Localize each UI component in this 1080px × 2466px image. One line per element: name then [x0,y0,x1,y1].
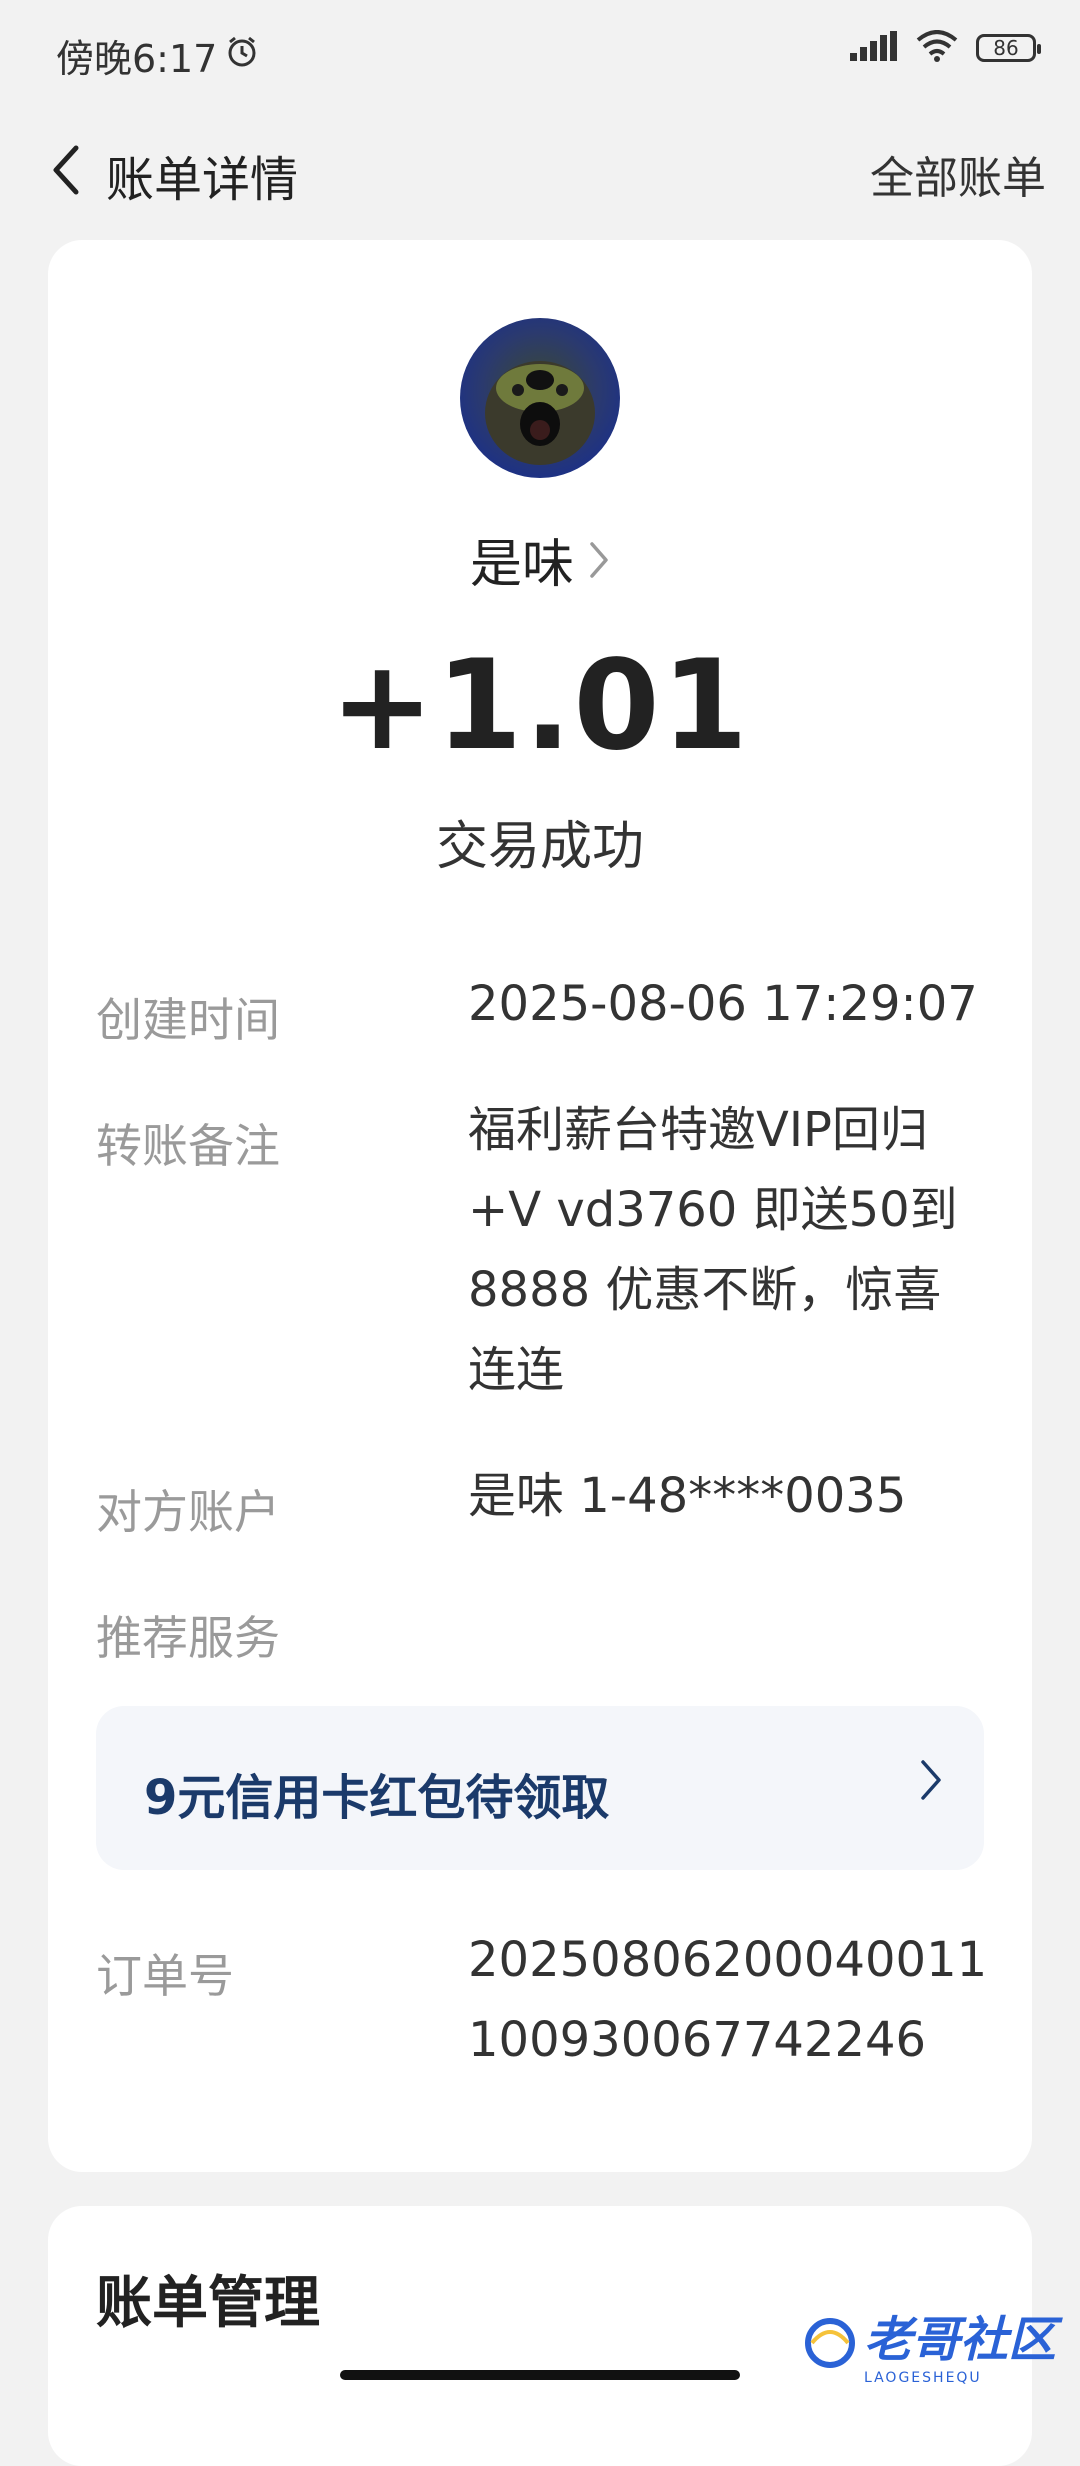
watermark-subtext: LAOGESHEQU [863,2370,982,2386]
top-nav-bar: 账单详情 全部账单 [0,104,1080,234]
memo-value: 福利薪台特邀VIP回归 +V vd3760 即送50到 8888 优惠不断，惊喜… [468,1090,1028,1410]
recommend-label: 推荐服务 [96,1611,280,1665]
chevron-right-icon [590,541,608,578]
page-title: 账单详情 [106,152,299,208]
bill-detail-card: 是味 +1.01 交易成功 创建时间 2025-08-06 17:29:07 转… [48,240,1032,2172]
memo-line: +V vd3760 即送50到 [468,1182,958,1238]
memo-line: 8888 优惠不断，惊喜 [468,1262,942,1318]
payee-avatar[interactable] [460,318,620,478]
transaction-amount: +1.01 [330,634,750,778]
memo-line: 福利薪台特邀VIP回归 [468,1102,928,1158]
order-number-line: 20250806200040011 [468,1932,988,1988]
status-time-text: 傍晚6:17 [56,37,218,81]
payee-name-link[interactable]: 是味 [48,522,1032,597]
transaction-status: 交易成功 [435,817,644,877]
payee-name: 是味 [469,535,574,595]
order-number-line: 100930067742246 [468,2012,927,2068]
all-bills-link[interactable]: 全部账单 [870,142,1046,206]
status-icons: 86 [850,30,1041,66]
battery-icon: 86 [976,34,1041,62]
account-value: 是味 1-48****0035 [468,1468,907,1524]
alarm-icon [225,34,259,78]
created-time-label: 创建时间 [96,993,280,1047]
bill-management-title: 账单管理 [96,2271,320,2336]
back-button[interactable] [30,122,100,218]
status-bar: 傍晚6:17 86 [0,0,1080,104]
signal-icon [850,31,898,65]
chevron-left-icon [53,145,79,195]
memo-label: 转账备注 [96,1119,280,1173]
status-time: 傍晚6:17 [56,28,259,83]
promo-text: 9元信用卡红包待领取 [144,1770,610,1826]
credit-card-promo-banner[interactable]: 9元信用卡红包待领取 [96,1706,984,1870]
order-number-value: 20250806200040011 100930067742246 [468,1920,1028,2080]
home-indicator[interactable] [340,2370,740,2380]
chevron-right-icon [921,1760,941,1800]
memo-line: 连连 [468,1342,565,1398]
watermark-text: 老哥社区 [863,2312,1056,2368]
created-time-value: 2025-08-06 17:29:07 [468,976,978,1032]
battery-level: 86 [993,36,1019,60]
wifi-icon [916,30,958,66]
account-label: 对方账户 [96,1485,280,1539]
order-number-label: 订单号 [96,1949,234,2003]
site-watermark: 老哥社区 LAOGESHEQU [802,2300,1056,2386]
watermark-logo-icon [804,2318,855,2368]
